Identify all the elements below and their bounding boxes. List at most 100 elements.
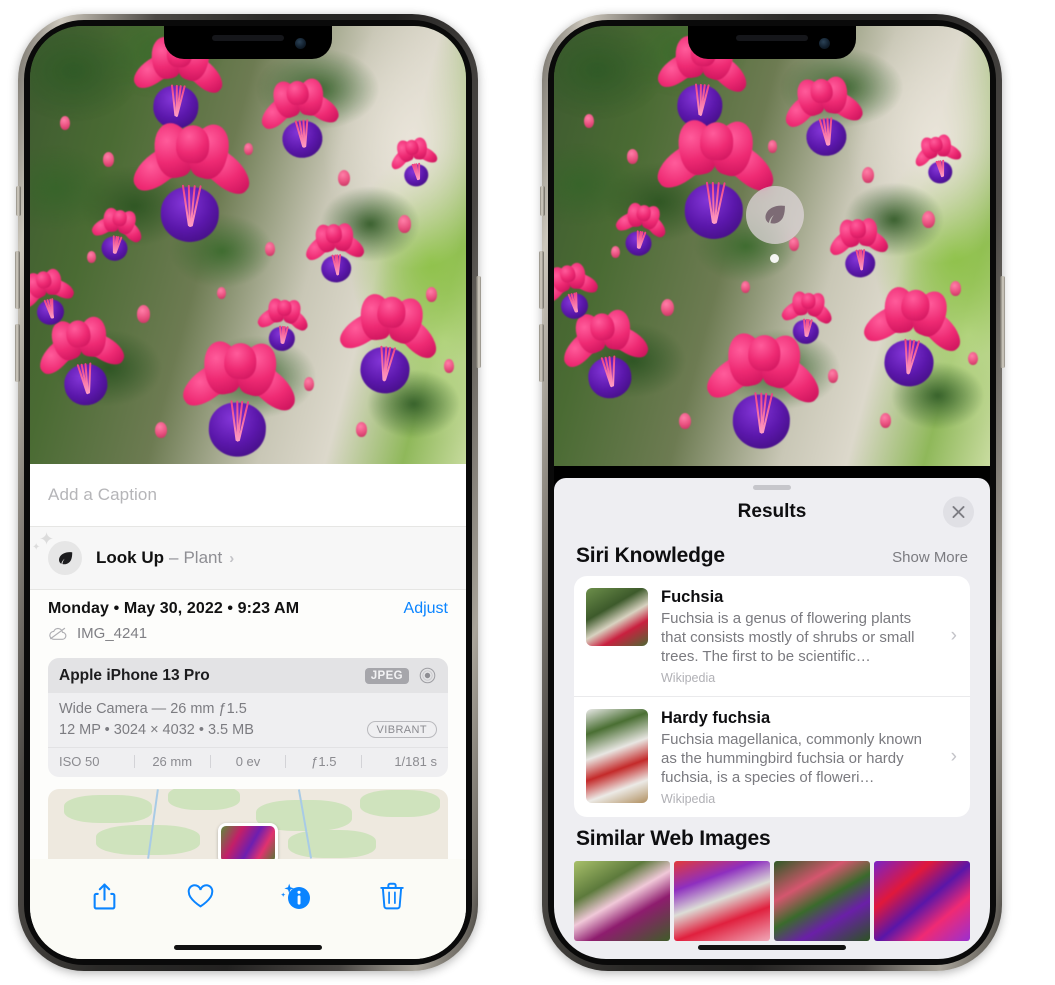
photo-viewer[interactable]	[30, 26, 466, 476]
look-up-label: Look Up	[96, 548, 164, 567]
heart-icon	[187, 883, 213, 908]
similar-web-images-header: Similar Web Images	[554, 817, 990, 857]
volume-down-button[interactable]	[539, 324, 544, 382]
exif-value: 26 mm	[152, 754, 193, 769]
format-badge: JPEG	[364, 667, 409, 684]
front-camera-icon	[295, 38, 306, 49]
camera-card-header: Apple iPhone 13 Pro JPEG	[48, 658, 448, 693]
look-up-badge: ✦ ✦	[32, 530, 82, 575]
metadata-top-row: Monday • May 30, 2022 • 9:23 AM Adjust	[48, 600, 448, 618]
siri-knowledge-title: Siri Knowledge	[576, 544, 725, 567]
filename-row: IMG_4241	[48, 625, 448, 642]
exif-row: ISO 50 26 mm 0 ev ƒ1.5 1/181 s	[48, 747, 448, 777]
knowledge-title: Fuchsia	[661, 588, 724, 606]
volume-down-button[interactable]	[15, 324, 20, 382]
leaf-icon	[58, 551, 72, 564]
knowledge-description: Fuchsia is a genus of flowering plants t…	[661, 610, 915, 665]
knowledge-description: Fuchsia magellanica, commonly known as t…	[661, 731, 922, 786]
volume-up-button[interactable]	[539, 251, 544, 309]
photo-viewer[interactable]	[554, 26, 990, 466]
photo-toolbar	[30, 859, 466, 933]
knowledge-title: Hardy fuchsia	[661, 709, 771, 727]
icloud-slash-icon	[49, 627, 67, 640]
similar-web-image[interactable]	[574, 861, 670, 941]
home-indicator[interactable]	[174, 945, 322, 950]
results-sheet: Results Siri Knowledge Show More Fuchsia…	[554, 478, 990, 959]
knowledge-thumbnail	[586, 709, 648, 803]
caption-field[interactable]: Add a Caption	[30, 464, 466, 527]
leaf-icon	[765, 205, 785, 224]
camera-lens-line: Wide Camera — 26 mm ƒ1.5	[59, 701, 247, 717]
location-map-thumbnail[interactable]	[48, 789, 448, 859]
screen-left: Add a Caption ✦ ✦ Look Up – Plant › Mond…	[30, 26, 466, 959]
siri-knowledge-header: Siri Knowledge Show More	[554, 534, 990, 576]
share-icon	[93, 883, 115, 909]
chevron-right-icon: ›	[229, 549, 235, 567]
silence-switch[interactable]	[16, 186, 21, 216]
camera-card-body: Wide Camera — 26 mm ƒ1.5 12 MP • 3024 × …	[48, 693, 448, 747]
exif-value: ISO 50	[59, 754, 100, 769]
close-button[interactable]	[943, 496, 974, 528]
sparkle-icon-large: ✦	[39, 529, 55, 549]
notch	[688, 26, 856, 59]
exif-value: ƒ1.5	[311, 754, 337, 769]
aperture-icon	[419, 667, 436, 684]
photo-info-sheet: Add a Caption ✦ ✦ Look Up – Plant › Mond…	[30, 464, 466, 959]
look-up-row[interactable]: ✦ ✦ Look Up – Plant ›	[30, 527, 466, 589]
similar-web-image[interactable]	[874, 861, 970, 941]
visual-look-up-anchor-dot	[770, 254, 779, 263]
knowledge-thumbnail	[586, 588, 648, 646]
knowledge-row[interactable]: Fuchsia Fuchsia is a genus of flowering p…	[574, 576, 970, 696]
knowledge-text: Hardy fuchsia Fuchsia magellanica, common…	[661, 709, 958, 806]
sparkle-icon-small: ✦	[32, 542, 41, 553]
camera-device-name: Apple iPhone 13 Pro	[59, 666, 210, 684]
siri-knowledge-card: Fuchsia Fuchsia is a genus of flowering p…	[574, 576, 970, 817]
camera-size-line: 12 MP • 3024 × 4032 • 3.5 MB	[59, 721, 254, 738]
info-button[interactable]	[276, 876, 316, 916]
power-button[interactable]	[476, 276, 481, 368]
knowledge-row[interactable]: Hardy fuchsia Fuchsia magellanica, common…	[574, 696, 970, 817]
similar-web-images-title: Similar Web Images	[576, 827, 771, 850]
knowledge-text: Fuchsia Fuchsia is a genus of flowering p…	[661, 588, 958, 685]
home-indicator[interactable]	[698, 945, 846, 950]
look-up-separator: –	[169, 548, 179, 567]
exif-value: 0 ev	[235, 754, 261, 769]
trash-icon	[380, 882, 404, 910]
favorite-button[interactable]	[180, 876, 220, 916]
photo-filename: IMG_4241	[77, 625, 148, 642]
front-camera-icon	[819, 38, 830, 49]
exif-value: 1/181 s	[394, 754, 437, 769]
photo-metadata: Monday • May 30, 2022 • 9:23 AM Adjust I…	[30, 589, 466, 646]
look-up-label-group: Look Up – Plant ›	[96, 548, 234, 568]
camera-size-row: 12 MP • 3024 × 4032 • 3.5 MB VIBRANT	[59, 721, 437, 738]
similar-web-image[interactable]	[674, 861, 770, 941]
close-icon	[952, 506, 965, 518]
info-sparkle-icon	[281, 883, 310, 909]
chevron-right-icon: ›	[950, 625, 957, 646]
phone-left: Add a Caption ✦ ✦ Look Up – Plant › Mond…	[15, 14, 481, 971]
power-button[interactable]	[1000, 276, 1005, 368]
show-more-button[interactable]: Show More	[892, 549, 968, 566]
results-header: Results	[554, 490, 990, 534]
photographic-style-badge: VIBRANT	[366, 721, 437, 738]
earpiece-speaker	[212, 35, 284, 41]
results-bottom-padding	[554, 941, 990, 959]
screen-right: Results Siri Knowledge Show More Fuchsia…	[554, 26, 990, 959]
volume-up-button[interactable]	[15, 251, 20, 309]
results-title: Results	[737, 501, 807, 522]
delete-button[interactable]	[372, 876, 412, 916]
phone-right: Results Siri Knowledge Show More Fuchsia…	[539, 14, 1005, 971]
camera-card-badges: JPEG	[364, 666, 437, 685]
camera-info-card: Apple iPhone 13 Pro JPEG Wide Camera — 2…	[48, 658, 448, 777]
knowledge-source: Wikipedia	[661, 671, 716, 685]
knowledge-source: Wikipedia	[661, 792, 716, 806]
visual-look-up-badge[interactable]	[746, 186, 804, 244]
chevron-right-icon: ›	[950, 746, 957, 767]
share-button[interactable]	[84, 876, 124, 916]
photo-date: Monday • May 30, 2022 • 9:23 AM	[48, 600, 300, 617]
earpiece-speaker	[736, 35, 808, 41]
silence-switch[interactable]	[540, 186, 545, 216]
similar-web-image[interactable]	[774, 861, 870, 941]
adjust-button[interactable]: Adjust	[404, 600, 448, 618]
notch	[164, 26, 332, 59]
